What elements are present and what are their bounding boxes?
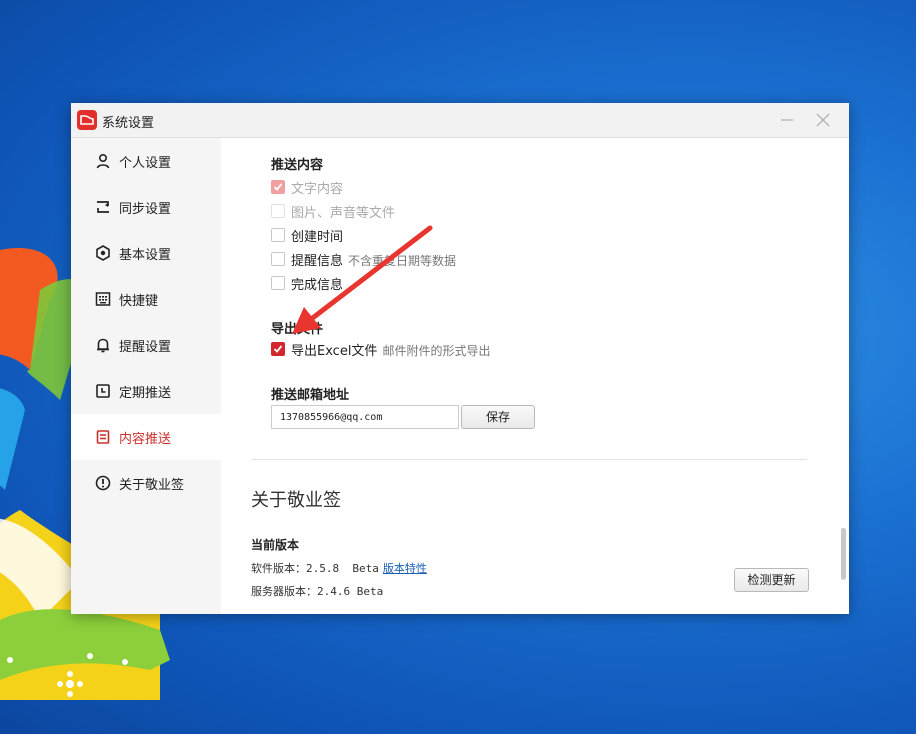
sidebar-item-shortcuts[interactable]: 快捷键 xyxy=(71,276,221,322)
option-hint: 邮件附件的形式导出 xyxy=(382,344,491,358)
document-icon xyxy=(96,430,110,444)
checkbox[interactable] xyxy=(271,180,285,194)
option-label: 完成信息 xyxy=(291,278,344,293)
server-version-line: 服务器版本：2.4.6 Beta xyxy=(251,583,383,599)
option-label-wrap: 提醒信息 不含重复日期等数据 xyxy=(291,250,456,269)
option-label: 创建时间 xyxy=(291,230,344,245)
push-content-title: 推送内容 xyxy=(271,158,324,173)
app-logo-icon xyxy=(77,110,97,130)
info-icon xyxy=(95,475,111,491)
option-label-wrap: 导出Excel文件 邮件附件的形式导出 xyxy=(291,340,490,359)
sidebar-item-label: 定期推送 xyxy=(119,386,172,401)
sidebar-item-basic[interactable]: 基本设置 xyxy=(71,230,221,276)
divider xyxy=(251,459,807,460)
scrollbar-thumb[interactable] xyxy=(841,528,846,580)
calendar-icon xyxy=(96,384,110,398)
person-icon xyxy=(96,153,110,169)
keyboard-icon xyxy=(95,292,111,306)
email-input[interactable] xyxy=(271,405,459,429)
checkbox[interactable] xyxy=(271,252,285,266)
sidebar-item-label: 同步设置 xyxy=(119,202,172,217)
sidebar-item-label: 关于敬业签 xyxy=(119,478,185,493)
software-version-label: 软件版本： xyxy=(251,562,306,575)
export-file-title: 导出文件 xyxy=(271,322,324,337)
window-title: 系统设置 xyxy=(102,116,155,131)
sidebar-item-reminder[interactable]: 提醒设置 xyxy=(71,322,221,368)
sidebar-item-scheduled-push[interactable]: 定期推送 xyxy=(71,368,221,414)
close-icon[interactable] xyxy=(814,111,832,129)
option-hint: 不含重复日期等数据 xyxy=(348,254,457,268)
sidebar: 个人设置 同步设置 基本设置 快捷键 提醒设置 定期推送 内容推送 关于敬业签 xyxy=(71,138,221,614)
sync-icon xyxy=(97,201,109,213)
sidebar-item-about[interactable]: 关于敬业签 xyxy=(71,460,221,506)
server-version-label: 服务器版本： xyxy=(251,585,317,598)
option-label: 图片、声音等文件 xyxy=(291,206,396,221)
check-update-button[interactable]: 检测更新 xyxy=(734,568,809,592)
bell-icon xyxy=(97,338,109,353)
email-title: 推送邮箱地址 xyxy=(271,388,350,403)
version-features-link[interactable]: 版本特性 xyxy=(383,562,427,575)
settings-icon xyxy=(96,245,110,261)
sidebar-item-label: 基本设置 xyxy=(119,248,172,263)
save-button[interactable]: 保存 xyxy=(461,405,535,429)
sidebar-item-label: 个人设置 xyxy=(119,156,172,171)
option-label: 提醒信息 xyxy=(291,254,344,269)
server-version-value: 2.4.6 Beta xyxy=(317,585,384,598)
content-panel: 推送内容 文字内容 图片、声音等文件 创建时间 提醒信息 不含重复日期等数据 完成… xyxy=(221,138,849,614)
sidebar-item-label: 内容推送 xyxy=(119,432,172,447)
checkbox[interactable] xyxy=(271,228,285,242)
sidebar-item-label: 快捷键 xyxy=(119,294,159,309)
sidebar-item-sync[interactable]: 同步设置 xyxy=(71,184,221,230)
software-version-line: 软件版本：2.5.8 Beta 版本特性 xyxy=(251,560,427,576)
option-label: 文字内容 xyxy=(291,182,344,197)
sidebar-item-personal[interactable]: 个人设置 xyxy=(71,138,221,184)
sidebar-item-label: 提醒设置 xyxy=(119,340,172,355)
option-label: 导出Excel文件 xyxy=(291,344,378,359)
about-title: 关于敬业签 xyxy=(251,490,341,511)
desktop-grass-decor xyxy=(0,609,170,697)
minimize-icon[interactable] xyxy=(778,111,796,129)
checkbox[interactable] xyxy=(271,276,285,290)
settings-window: 系统设置 个人设置 同步设置 基本设置 快捷键 提醒设置 定期推送 内容推送 关… xyxy=(71,103,849,614)
version-title: 当前版本 xyxy=(251,538,300,552)
checkbox[interactable] xyxy=(271,204,285,218)
software-version-value: 2.5.8 Beta xyxy=(306,562,379,575)
checkbox[interactable] xyxy=(271,342,285,356)
sidebar-item-content-push[interactable]: 内容推送 xyxy=(71,414,221,460)
title-bar: 系统设置 xyxy=(71,103,849,138)
